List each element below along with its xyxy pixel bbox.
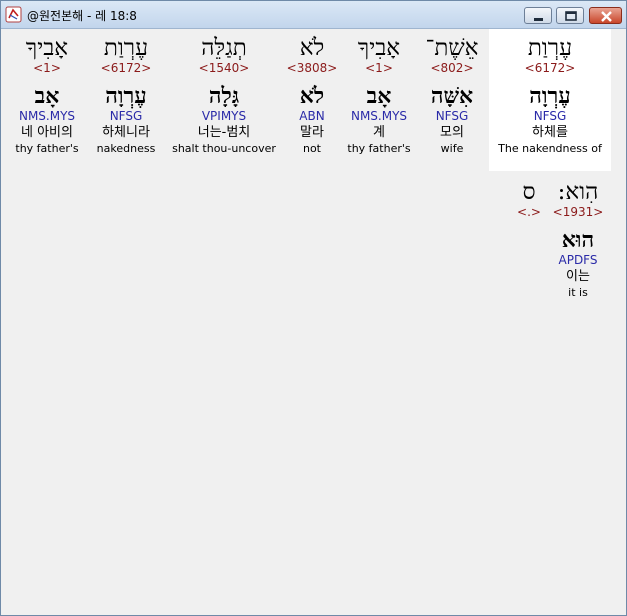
word-item[interactable]: אָבִיךָ <1> אָב NMS.MYS 계 thy father's — [343, 29, 415, 171]
morph-code[interactable]: NMS.MYS — [9, 109, 85, 125]
maximize-icon — [565, 11, 577, 21]
lemma-text: עֶרְוָה — [105, 83, 147, 109]
english-gloss: The nakendness of — [498, 142, 602, 155]
word-item[interactable]: תְגַלֵּה <1540> גָּלָה VPIMYS 너는-범치 shal… — [167, 29, 281, 171]
english-gloss: shalt thou-uncover — [172, 142, 276, 155]
morph-code[interactable]: NFSG — [89, 109, 163, 125]
strong-number[interactable]: <802> — [417, 61, 487, 77]
strong-number[interactable]: <1931> — [547, 205, 609, 221]
lemma-text: עֶרְוָה — [529, 83, 571, 109]
english-gloss: thy father's — [347, 142, 411, 155]
hebrew-text: עֶרְוַת — [527, 35, 573, 61]
english-gloss: thy father's — [15, 142, 79, 155]
window-title: @원전본해 - 레 18:8 — [27, 9, 137, 23]
english-gloss: not — [302, 142, 321, 155]
lemma-text: גָּלָה — [208, 83, 240, 109]
title-bar[interactable]: @원전본해 - 레 18:8 — [1, 1, 626, 29]
strong-number[interactable]: <1> — [343, 61, 415, 77]
hebrew-text: תְגַלֵּה — [201, 35, 247, 61]
strong-number[interactable]: <.> — [511, 205, 547, 221]
word-item[interactable]: אֵשֶׁת־ <802> אִשָּׁה NFSG 모의 wife — [417, 29, 487, 171]
english-gloss: nakedness — [96, 142, 156, 155]
app-window: @원전본해 - 레 18:8 עֶרְוַת <6172> עֶרְוָה NF… — [0, 0, 627, 616]
word-item-selected[interactable]: עֶרְוַת <6172> עֶרְוָה NFSG 하체를 The nake… — [489, 29, 611, 171]
lemma-text: לֹא — [299, 83, 325, 109]
lemma-text: אָב — [34, 83, 60, 109]
word-item[interactable]: לֹא <3808> לֹא ABN 말라 not — [285, 29, 339, 171]
morph-code[interactable]: VPIMYS — [167, 109, 281, 125]
strong-number[interactable]: <6172> — [489, 61, 611, 77]
morph-code[interactable]: ABN — [285, 109, 339, 125]
morph-code[interactable]: NFSG — [417, 109, 487, 125]
minimize-button[interactable] — [524, 7, 552, 24]
hebrew-text: לֹא — [299, 35, 325, 61]
hebrew-text: עֶרְוַת — [103, 35, 149, 61]
korean-gloss: 말라 — [300, 125, 324, 140]
hebrew-text: אָבִיךָ — [25, 35, 69, 61]
english-gloss: it is — [568, 286, 588, 299]
english-gloss: wife — [440, 142, 464, 155]
hebrew-text: הִוא: — [557, 179, 599, 205]
close-button[interactable] — [589, 7, 622, 24]
lemma-text: אָב — [366, 83, 392, 109]
app-icon — [5, 6, 22, 23]
morph-code[interactable]: NFSG — [489, 109, 611, 125]
korean-gloss: 너는-범치 — [197, 125, 251, 140]
hebrew-text: אֵשֶׁת־ — [425, 35, 479, 61]
maximize-button[interactable] — [556, 7, 584, 24]
lemma-text: אִשָּׁה — [430, 83, 474, 109]
lemma-text: הוּא — [561, 227, 595, 253]
korean-gloss: 계 — [373, 125, 385, 140]
close-icon — [601, 11, 612, 22]
word-item[interactable]: עֶרְוַת <6172> עֶרְוָה NFSG 하체니라 nakedne… — [89, 29, 163, 171]
korean-gloss: 이는 — [566, 269, 590, 284]
strong-number[interactable]: <6172> — [89, 61, 163, 77]
word-item[interactable]: הִוא: <1931> הוּא APDFS 이는 it is — [547, 175, 609, 309]
korean-gloss: 네 아비의 — [21, 125, 73, 140]
minimize-icon — [534, 18, 543, 21]
morph-code[interactable]: APDFS — [547, 253, 609, 269]
strong-number[interactable]: <3808> — [285, 61, 339, 77]
interlinear-view: עֶרְוַת <6172> עֶרְוָה NFSG 하체를 The nake… — [1, 29, 626, 615]
morph-code[interactable]: NMS.MYS — [343, 109, 415, 125]
word-item[interactable]: ס <.> — [511, 175, 547, 235]
hebrew-text: אָבִיךָ — [357, 35, 401, 61]
word-item[interactable]: אָבִיךָ <1> אָב NMS.MYS 네 아비의 thy father… — [9, 29, 85, 171]
hebrew-text: ס — [522, 179, 536, 205]
korean-gloss: 하체를 — [532, 125, 568, 140]
strong-number[interactable]: <1> — [9, 61, 85, 77]
korean-gloss: 모의 — [440, 125, 464, 140]
strong-number[interactable]: <1540> — [167, 61, 281, 77]
korean-gloss: 하체니라 — [102, 125, 150, 140]
